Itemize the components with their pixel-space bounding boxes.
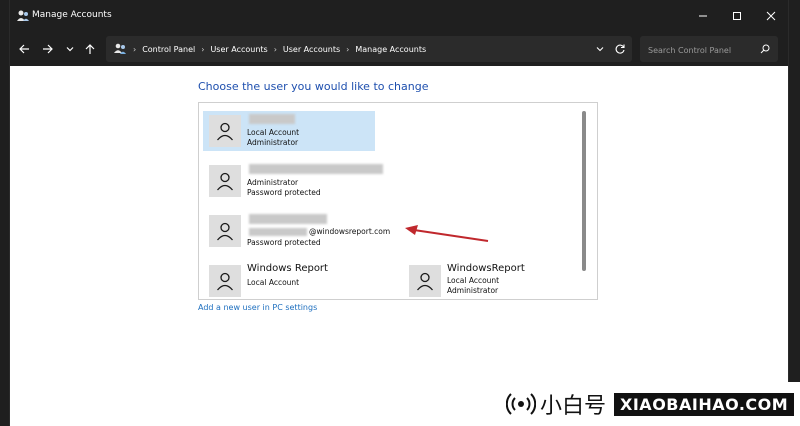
arrow-right-icon (43, 44, 53, 54)
breadcrumb-root-separator[interactable]: › (133, 45, 142, 54)
breadcrumb-manage-accounts[interactable]: Manage Accounts (355, 45, 426, 54)
main-content: Choose the user you would like to change… (10, 66, 788, 426)
address-bar: › Control Panel › User Accounts › User Acc… (10, 32, 788, 66)
users-icon (17, 10, 29, 21)
user-icon (417, 272, 433, 291)
breadcrumb-label: User Accounts (282, 44, 341, 54)
window-title: Manage Accounts (32, 10, 112, 20)
breadcrumb-control-panel[interactable]: Control Panel › (142, 45, 210, 54)
redacted-name (249, 214, 327, 224)
breadcrumb-user-accounts-sub[interactable]: User Accounts › (283, 45, 355, 54)
refresh-icon[interactable] (614, 43, 626, 55)
account-type: Local Account (447, 276, 500, 285)
forward-button[interactable] (40, 41, 56, 57)
watermark-en: XIAOBAIHAO.COM (614, 392, 795, 416)
account-tile-3[interactable]: @windowsreport.com Password protected (203, 211, 391, 251)
scrollbar-thumb[interactable] (582, 111, 586, 271)
email-suffix: @windowsreport.com (309, 227, 391, 236)
arrow-left-icon (19, 44, 29, 54)
account-role: Administrator (447, 286, 499, 295)
chevron-down-icon (66, 47, 74, 52)
annotation-arrow-icon (405, 225, 489, 242)
close-button[interactable] (754, 0, 788, 32)
account-name: Windows Report (247, 263, 328, 274)
user-icon (217, 222, 233, 241)
account-role: Administrator (247, 138, 299, 147)
redacted-name (249, 114, 295, 124)
maximize-button[interactable] (720, 0, 754, 32)
account-password-status: Password protected (247, 238, 321, 247)
maximize-icon (733, 12, 741, 20)
manage-accounts-window: Manage Accounts › Control Panel › User A… (10, 0, 788, 426)
close-icon (766, 11, 776, 21)
account-role: Administrator (247, 178, 299, 187)
account-password-status: Password protected (247, 188, 321, 197)
add-user-link[interactable]: Add a new user in PC settings (198, 303, 317, 312)
search-box[interactable] (640, 36, 778, 64)
account-type: Local Account (247, 128, 300, 137)
redacted-name (249, 164, 383, 174)
account-tile-windowsreport[interactable]: WindowsReport Local Account Administrato… (403, 261, 575, 297)
page-heading: Choose the user you would like to change (198, 80, 429, 93)
avatar (209, 165, 241, 197)
chevron-down-icon[interactable] (594, 43, 606, 55)
title-bar: Manage Accounts (10, 0, 788, 32)
account-tile-windows-report[interactable]: Windows Report Local Account (203, 261, 375, 301)
account-tile-1[interactable]: Local Account Administrator (203, 111, 375, 151)
up-button[interactable] (82, 41, 98, 57)
search-icon[interactable] (760, 44, 770, 54)
user-icon (217, 122, 233, 141)
avatar (209, 265, 241, 297)
watermark: 小白号 XIAOBAIHAO.COM (500, 382, 800, 426)
address-path[interactable]: › Control Panel › User Accounts › User Acc… (106, 36, 632, 62)
search-input[interactable] (646, 36, 760, 64)
account-type: Local Account (247, 278, 300, 287)
watermark-cn: 小白号 (540, 394, 607, 419)
broadcast-icon (506, 393, 536, 415)
account-list: Local Account Administrator Administrato… (198, 102, 598, 300)
minimize-icon (699, 15, 707, 17)
control-panel-icon (114, 43, 126, 54)
account-name: WindowsReport (447, 263, 525, 274)
avatar (209, 215, 241, 247)
user-icon (217, 272, 233, 291)
avatar (409, 265, 441, 297)
redacted-email (249, 228, 307, 236)
account-tile-2[interactable]: Administrator Password protected (203, 161, 383, 201)
breadcrumb-label: Manage Accounts (355, 44, 427, 54)
arrow-up-icon (85, 44, 95, 54)
breadcrumb-label: User Accounts (210, 44, 268, 54)
recent-locations-button[interactable] (62, 41, 78, 57)
user-icon (217, 172, 233, 191)
avatar (209, 115, 241, 147)
breadcrumb-user-accounts[interactable]: User Accounts › (210, 45, 282, 54)
breadcrumb-label: Control Panel (142, 44, 196, 54)
minimize-button[interactable] (686, 0, 720, 32)
back-button[interactable] (16, 41, 32, 57)
